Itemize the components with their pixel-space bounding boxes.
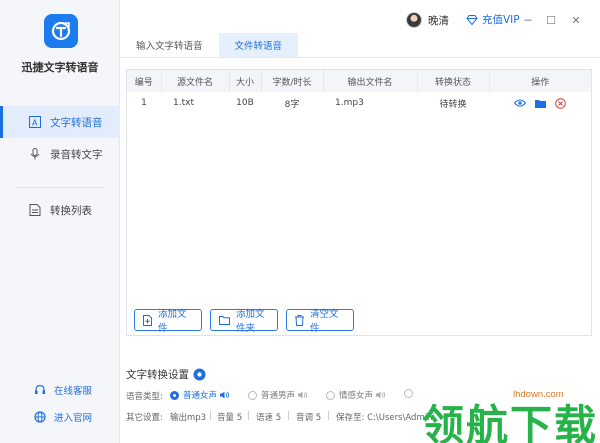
vip-label: 充值VIP (482, 14, 520, 26)
official-site-link[interactable]: 进入官网 (0, 407, 120, 427)
text-to-speech-icon: A (28, 115, 42, 129)
tab-divider (120, 57, 600, 58)
pitch-setting[interactable]: 音调 5 (296, 411, 321, 423)
radio-unselected (404, 389, 413, 398)
convert-list-icon (28, 203, 42, 217)
cell-index: 1 (141, 98, 147, 108)
folder-icon (219, 315, 230, 325)
speaker-icon[interactable] (376, 391, 386, 399)
close-window-button[interactable]: ✕ (569, 13, 583, 27)
file-table: 编号 源文件名 大小 字数/时长 输出文件名 转换状态 操作 1 1.txt 1… (126, 69, 592, 336)
volume-setting[interactable]: 音量 5 (217, 411, 242, 423)
column-header: 源文件名 (161, 70, 230, 92)
sidebar-item-label: 录音转文字 (50, 148, 103, 161)
column-header: 转换状态 (417, 70, 490, 92)
add-folder-button[interactable]: 添加文件夹 (210, 309, 278, 334)
trash-icon (295, 314, 304, 326)
settings-title: 文字转换设置 (126, 367, 206, 382)
open-folder-icon[interactable] (534, 97, 546, 109)
separator: | (209, 411, 212, 421)
column-header: 操作 (489, 70, 591, 92)
microphone-icon (28, 147, 42, 161)
table-header-row: 编号 源文件名 大小 字数/时长 输出文件名 转换状态 操作 (127, 70, 591, 92)
radio-selected (170, 390, 179, 400)
sidebar-item-convert-list[interactable]: 转换列表 (0, 194, 120, 226)
delete-icon[interactable] (554, 97, 566, 109)
username: 晚清 (428, 14, 449, 27)
speaker-icon[interactable] (220, 391, 230, 399)
tab-bar: 输入文字转语音 文件转语音 (120, 33, 299, 57)
sidebar-divider (16, 187, 104, 188)
user-account[interactable]: 晚清 (406, 12, 449, 28)
vip-recharge-button[interactable]: 充值VIP (466, 12, 520, 27)
maximize-button[interactable]: ☐ (544, 13, 558, 27)
separator: | (327, 411, 330, 421)
sidebar-item-label: 转换列表 (50, 204, 92, 217)
sidebar-item-text-to-speech[interactable]: A 文字转语音 (0, 106, 120, 138)
diamond-icon (466, 14, 478, 25)
avatar (406, 12, 422, 28)
add-folder-label: 添加文件夹 (236, 309, 265, 334)
column-header: 大小 (229, 70, 262, 92)
app-logo-icon (44, 14, 78, 48)
voice-type-label: 语音类型: (126, 392, 163, 402)
tab-file-to-speech[interactable]: 文件转语音 (218, 33, 299, 57)
radio-unselected (326, 390, 335, 400)
speed-setting[interactable]: 语速 5 (256, 411, 281, 423)
add-file-icon (143, 314, 152, 326)
speaker-icon[interactable] (298, 391, 308, 399)
table-row[interactable]: 1 1.txt 10B 8字 1.mp3 待转换 (127, 92, 591, 114)
cell-actions (489, 92, 591, 114)
clear-files-label: 清空文件 (310, 309, 339, 334)
watermark: 领航下载 lhdown.com (420, 384, 600, 443)
settings-title-text: 文字转换设置 (126, 369, 189, 381)
sidebar: 迅捷文字转语音 A 文字转语音 录音转文字 转换列表 在线客服 进入官网 (0, 0, 120, 443)
cell-length: 8字 (284, 99, 300, 110)
online-support-link[interactable]: 在线客服 (0, 380, 120, 400)
preview-eye-icon[interactable] (514, 97, 526, 109)
voice-option-emotional-female[interactable]: 情感女声 (326, 389, 386, 401)
cell-size: 10B (236, 98, 254, 108)
official-site-label: 进入官网 (54, 413, 93, 424)
radio-unselected (248, 390, 257, 400)
svg-text:A: A (32, 119, 38, 128)
minimize-button[interactable]: ─ (521, 13, 535, 27)
headset-icon (34, 384, 46, 396)
online-support-label: 在线客服 (54, 386, 93, 397)
voice-option-female[interactable]: 普通女声 (170, 389, 230, 401)
voice-option-label: 普通女声 (183, 391, 218, 401)
separator: | (247, 411, 250, 421)
column-header: 输出文件名 (323, 70, 418, 92)
add-file-label: 添加文件 (158, 309, 187, 334)
separator: | (287, 411, 290, 421)
gear-icon[interactable] (193, 368, 206, 381)
voice-option-more[interactable] (404, 389, 417, 398)
cell-source-file: 1.txt (173, 98, 194, 108)
other-settings-label: 其它设置: (126, 413, 163, 423)
voice-option-male[interactable]: 普通男声 (248, 389, 308, 401)
column-header: 编号 (127, 70, 162, 92)
add-file-button[interactable]: 添加文件 (134, 309, 202, 334)
sidebar-item-speech-to-text[interactable]: 录音转文字 (0, 138, 120, 170)
voice-option-label: 普通男声 (261, 391, 296, 401)
column-header: 字数/时长 (261, 70, 324, 92)
sidebar-item-label: 文字转语音 (50, 116, 103, 129)
cell-status: 待转换 (439, 99, 467, 110)
globe-icon (34, 411, 46, 423)
tab-input-text-to-speech[interactable]: 输入文字转语音 (120, 33, 219, 57)
voice-option-label: 情感女声 (339, 391, 374, 401)
cell-output-file: 1.mp3 (335, 98, 364, 108)
app-name: 迅捷文字转语音 (21, 61, 99, 74)
watermark-url: lhdown.com (510, 389, 567, 400)
clear-files-button[interactable]: 清空文件 (286, 309, 354, 334)
output-format-setting[interactable]: 输出mp3 (170, 411, 206, 423)
